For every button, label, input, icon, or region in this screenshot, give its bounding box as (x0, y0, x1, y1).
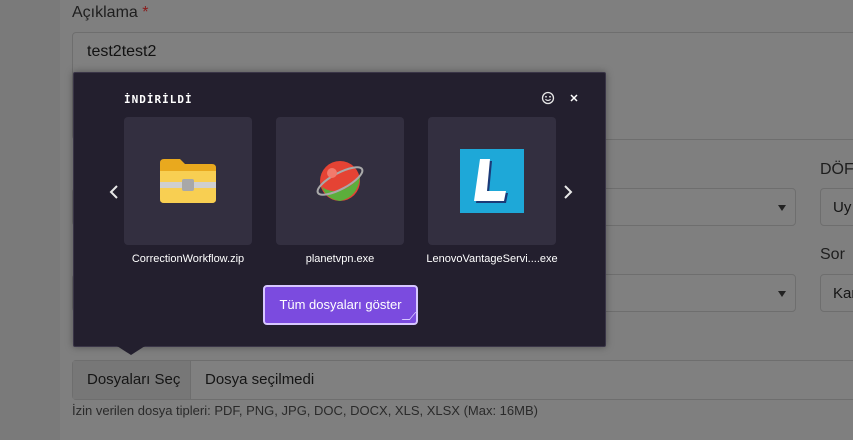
file-input[interactable]: Dosyaları Seç Dosya seçilmedi (72, 360, 853, 400)
popup-pointer (117, 346, 145, 355)
dof-label: DÖF (820, 161, 853, 178)
description-label-text: Açıklama (72, 4, 138, 21)
sorumlu-label: Sor (820, 246, 845, 263)
close-icon[interactable] (568, 91, 580, 107)
download-item-1-name: CorrectionWorkflow.zip (131, 253, 245, 265)
file-status: Dosya seçilmedi (205, 371, 315, 388)
download-item-3-name: LenovoVantageServi....exe (426, 253, 558, 265)
resize-handle-icon (401, 312, 417, 320)
smiley-icon[interactable] (541, 91, 555, 107)
show-all-files-label: Tüm dosyaları göster (279, 297, 402, 312)
description-value: test2test2 (87, 43, 157, 60)
planetvpn-icon (316, 161, 364, 201)
downloads-popup: İNDİRİLDİ CorrectionWorkflow.zip planetv… (73, 72, 606, 347)
chevron-down-icon (778, 205, 786, 211)
download-item-2-name: planetvpn.exe (305, 253, 375, 265)
allowed-types-hint: İzin verilen dosya tipleri: PDF, PNG, JP… (72, 403, 538, 418)
select-right-1[interactable]: Uy (820, 188, 853, 226)
select-right-2[interactable]: Kar (820, 274, 853, 312)
next-button[interactable] (562, 181, 574, 207)
download-item-1[interactable] (124, 117, 252, 245)
previous-button[interactable] (108, 181, 120, 207)
chevron-down-icon (778, 291, 786, 297)
download-item-3[interactable] (428, 117, 556, 245)
description-label: Açıklama * (72, 4, 148, 22)
zip-folder-icon (160, 159, 216, 203)
show-all-files-button[interactable]: Tüm dosyaları göster (263, 285, 418, 325)
choose-files-button[interactable]: Dosyaları Seç (73, 361, 191, 399)
select-right-2-value: Kar (833, 285, 853, 302)
download-item-2[interactable] (276, 117, 404, 245)
lenovo-vantage-icon (460, 149, 524, 213)
downloads-title: İNDİRİLDİ (124, 93, 193, 106)
required-mark: * (142, 4, 149, 21)
left-margin (0, 0, 60, 440)
select-right-1-value: Uy (833, 199, 852, 216)
